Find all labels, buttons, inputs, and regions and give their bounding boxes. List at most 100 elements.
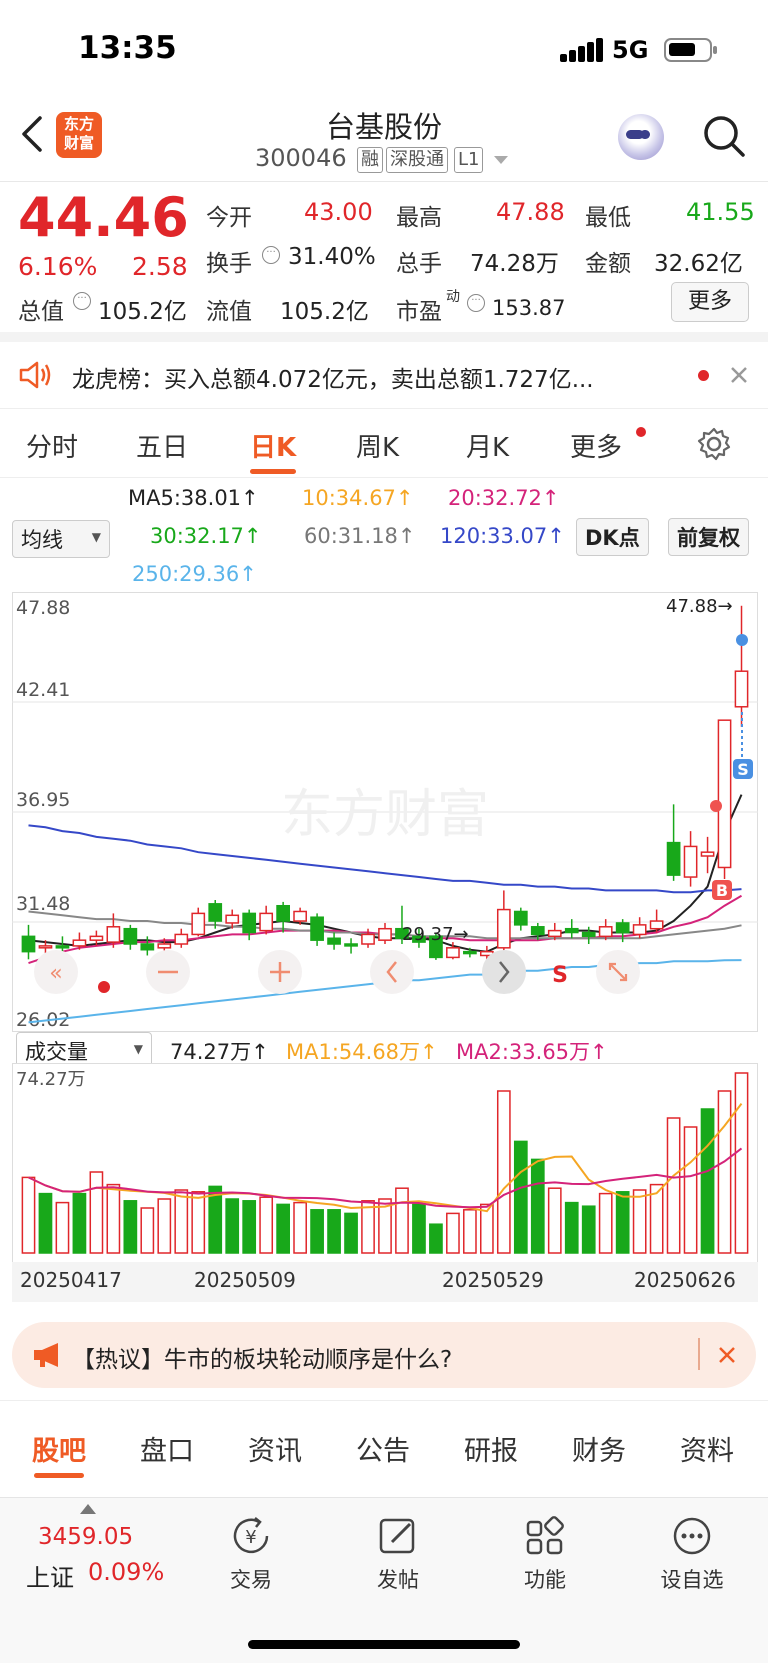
tab-weekly-k[interactable]: 周K: [356, 427, 399, 464]
nav-trade[interactable]: ¥ 交易: [196, 1506, 306, 1594]
volume-bar: [547, 1187, 562, 1254]
stock-header: 东方 财富 台基股份 300046 融 深股通 L1: [0, 100, 768, 182]
ma20-value: 20:32.72↑: [448, 486, 560, 510]
tab-announcements[interactable]: 公告: [356, 1429, 410, 1468]
volume-bar: [412, 1203, 426, 1254]
volume-bar: [21, 1176, 36, 1254]
next-icon[interactable]: [482, 950, 526, 994]
close-icon[interactable]: [718, 1346, 736, 1364]
nav-watchlist[interactable]: 设自选: [637, 1506, 747, 1594]
tag-margin: 融: [357, 147, 383, 173]
nav-functions[interactable]: 功能: [490, 1506, 600, 1594]
adjust-button[interactable]: 前复权: [668, 518, 749, 556]
speaker-icon: [19, 361, 51, 389]
content-tabs: 股吧 盘口 资讯 公告 研报 财务 资料: [0, 1400, 768, 1496]
ma30-value: 30:32.17↑: [150, 524, 262, 548]
volume-bar: [174, 1189, 189, 1254]
volume-label: 总手: [396, 251, 442, 277]
notice-text: 龙虎榜：买入总额4.072亿元，卖出总额1.727亿...: [72, 367, 594, 393]
tab-profile[interactable]: 资料: [680, 1429, 734, 1468]
date-label: 20250509: [194, 1268, 296, 1292]
tab-more[interactable]: 更多: [570, 427, 622, 464]
settings-icon[interactable]: [696, 426, 732, 462]
ma120-value: 120:33.07↑: [440, 524, 565, 548]
change-pct: 6.16%: [18, 252, 98, 281]
stock-code: 300046: [255, 144, 347, 172]
ma-legend: MA5:38.01↑ 10:34.67↑ 20:32.72↑ 均线 ▼ 30:32…: [0, 480, 768, 590]
high-label: 最高: [396, 205, 442, 231]
tab-5day[interactable]: 五日: [136, 427, 188, 464]
active-tab-indicator: [34, 1473, 84, 1478]
tab-monthly-k[interactable]: 月K: [466, 427, 509, 464]
yuan-exchange-icon: ¥: [233, 1517, 269, 1554]
network-type: 5G: [612, 36, 649, 64]
candle: [717, 719, 732, 879]
volume-bar: [564, 1201, 579, 1254]
date-label: 20250417: [20, 1268, 122, 1292]
tab-orderbook[interactable]: 盘口: [140, 1429, 194, 1468]
tab-daily-k[interactable]: 日K: [250, 427, 296, 464]
tag-level: L1: [454, 147, 484, 173]
tab-intraday[interactable]: 分时: [26, 427, 78, 464]
more-circle-icon: [673, 1517, 711, 1555]
low-value: 41.55: [686, 198, 755, 226]
signal-dot-red: [710, 800, 722, 812]
info-dots-icon[interactable]: ···: [467, 294, 485, 312]
dropdown-icon[interactable]: [494, 156, 508, 166]
volume-bar: [632, 1189, 647, 1254]
hot-topic-banner[interactable]: 【热议】牛市的板块轮动顺序是什么?: [12, 1322, 756, 1388]
search-icon[interactable]: [702, 114, 746, 158]
volume-bar: [327, 1209, 341, 1254]
dk-point-button[interactable]: DK点: [576, 518, 649, 556]
signal-dot-blue: [736, 634, 748, 646]
volume-bar: [55, 1201, 70, 1254]
megaphone-icon: [34, 1343, 58, 1367]
volume-bar: [140, 1207, 155, 1254]
volume-bar: [293, 1201, 307, 1254]
tab-forum[interactable]: 股吧: [32, 1429, 86, 1468]
status-time: 13:35: [78, 30, 177, 66]
volume-bar: [666, 1117, 681, 1254]
dragon-tiger-notice[interactable]: 龙虎榜：买入总额4.072亿元，卖出总额1.727亿...: [0, 342, 768, 408]
date-label: 20250529: [442, 1268, 544, 1292]
nav-post[interactable]: 发帖: [343, 1506, 453, 1594]
high-marker: 47.88→: [666, 596, 733, 617]
signal-icon: [560, 38, 604, 62]
tab-finance[interactable]: 财务: [572, 1429, 626, 1468]
volume-chart[interactable]: 74.27万: [12, 1063, 758, 1263]
ma-selector[interactable]: 均线 ▼: [12, 520, 110, 558]
close-icon[interactable]: [730, 366, 748, 384]
svg-text:B: B: [716, 881, 728, 900]
volume-bar: [191, 1191, 206, 1254]
volume-bar: [157, 1198, 172, 1254]
volume-bar: [513, 1140, 528, 1254]
hot-topic-text: 【热议】牛市的板块轮动顺序是什么?: [72, 1347, 453, 1373]
status-bar: 13:35 5G: [0, 0, 768, 100]
volume-bar: [700, 1108, 715, 1254]
s-signal-icon[interactable]: S: [552, 963, 568, 988]
volume-bar: [581, 1205, 596, 1254]
info-dots-icon[interactable]: ···: [262, 246, 280, 264]
volume-bar: [123, 1200, 138, 1254]
svg-text:¥: ¥: [245, 1527, 256, 1548]
volume-value: 74.28万: [470, 251, 559, 277]
ma10-value: 10:34.67↑: [302, 486, 414, 510]
index-value[interactable]: 3459.05: [38, 1524, 133, 1550]
more-button[interactable]: 更多: [671, 282, 749, 322]
volume-bar: [717, 1090, 732, 1254]
info-dots-icon[interactable]: ···: [73, 292, 91, 310]
axis-label-2: 42.41: [16, 679, 70, 701]
date-axis: 20250417 20250509 20250529 20250626: [12, 1262, 758, 1302]
volume-bar: [72, 1192, 87, 1254]
ma5-value: MA5:38.01↑: [128, 486, 259, 510]
tab-research[interactable]: 研报: [464, 1429, 518, 1468]
pe-label: 市盈: [396, 299, 442, 325]
volume-bar: [496, 1090, 511, 1254]
assistant-avatar[interactable]: [618, 114, 664, 160]
prev-icon[interactable]: [370, 950, 414, 994]
caret-up-icon: [80, 1504, 96, 1514]
pe-value: 153.87: [492, 296, 566, 320]
candlestick-chart[interactable]: 东方财富 47.88 42.41 36.95 31.48 26.02 47.88…: [12, 592, 758, 1032]
index-name: 上证: [26, 1564, 74, 1592]
tab-news[interactable]: 资讯: [248, 1429, 302, 1468]
